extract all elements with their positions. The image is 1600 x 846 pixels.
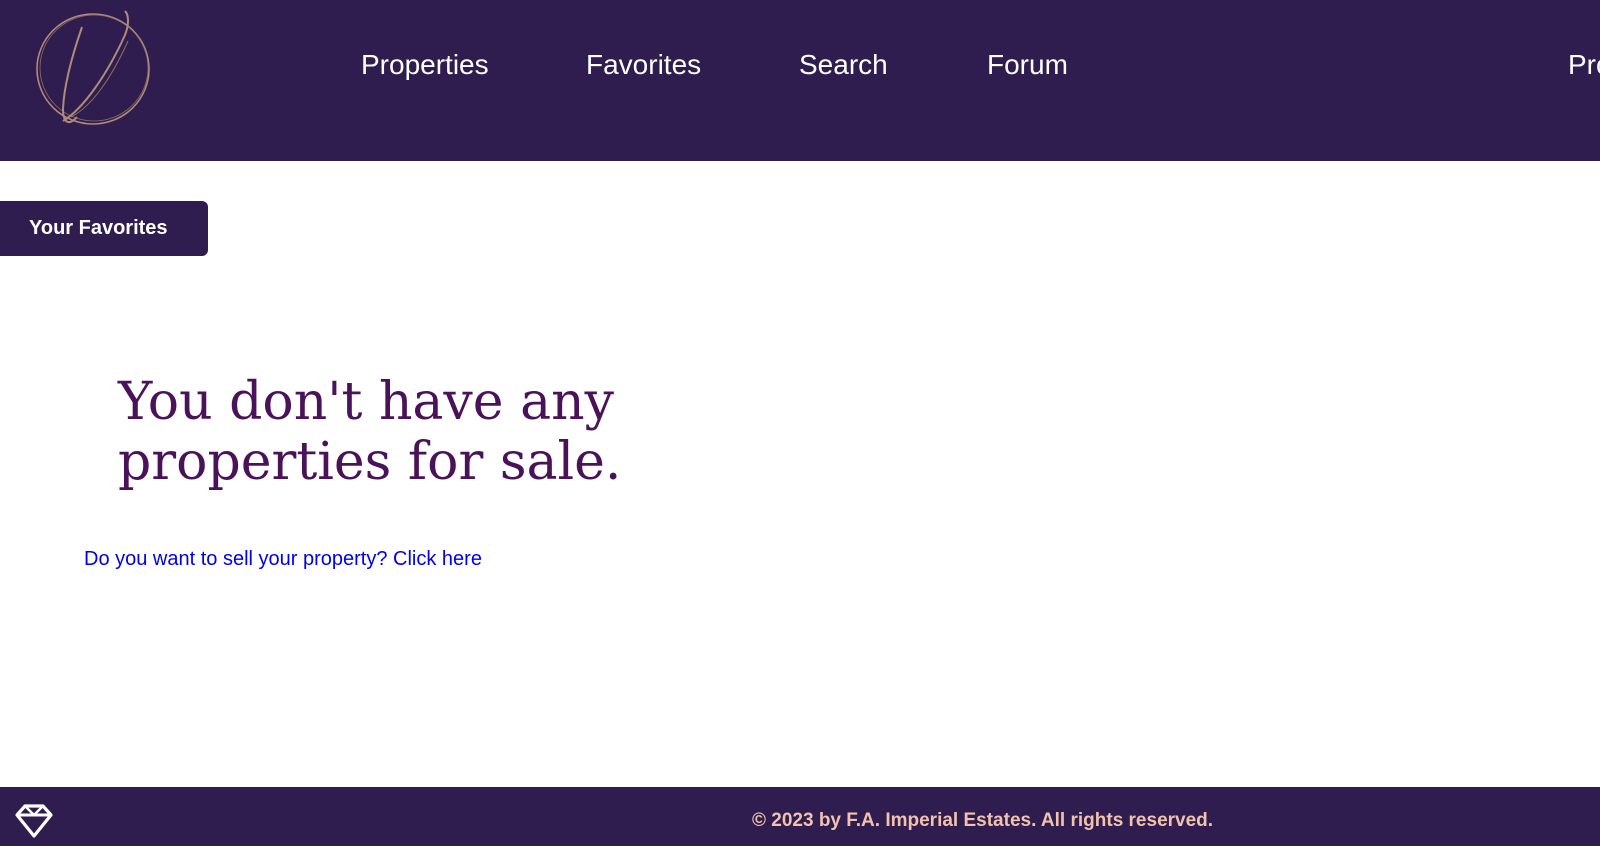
site-footer: © 2023 by F.A. Imperial Estates. All rig… xyxy=(0,787,1600,846)
empty-state-heading: You don't have any properties for sale. xyxy=(118,372,622,492)
page: Properties Favorites Search Forum Pro Yo… xyxy=(0,0,1600,846)
nav-forum[interactable]: Forum xyxy=(987,48,1068,82)
nav-search[interactable]: Search xyxy=(799,48,888,82)
your-favorites-button[interactable]: Your Favorites xyxy=(0,201,208,256)
diamond-icon xyxy=(15,804,53,838)
site-header: Properties Favorites Search Forum Pro xyxy=(0,0,1600,161)
nav-profile[interactable]: Pro xyxy=(1568,48,1600,82)
sell-property-link[interactable]: Do you want to sell your property? Click… xyxy=(84,547,482,571)
nav-properties[interactable]: Properties xyxy=(361,48,489,82)
copyright-text: © 2023 by F.A. Imperial Estates. All rig… xyxy=(752,810,1214,831)
nav-favorites[interactable]: Favorites xyxy=(586,48,701,82)
script-letter-logo-icon xyxy=(36,10,150,125)
site-logo[interactable] xyxy=(33,5,155,127)
